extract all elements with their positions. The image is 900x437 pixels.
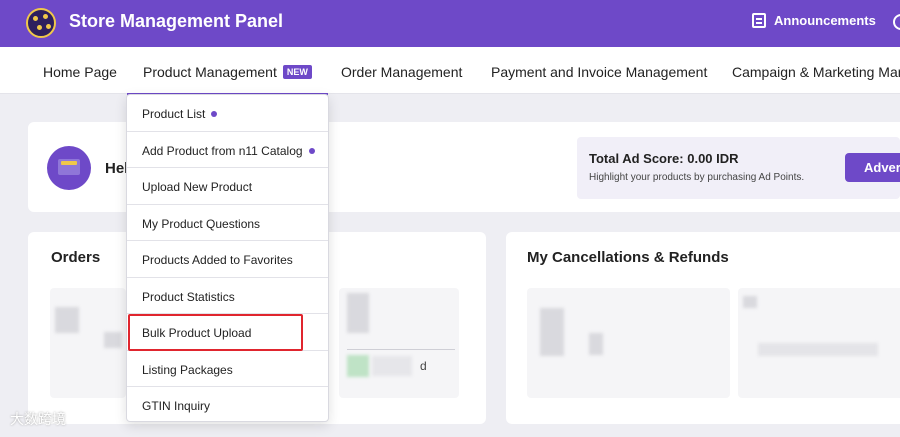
nav-product-management-label: Product Management	[143, 64, 277, 80]
menu-item-label: Product List	[142, 107, 206, 121]
greeting-text: Hel	[105, 160, 129, 177]
blurred-status	[347, 355, 369, 377]
menu-item-product-statistics[interactable]: Product Statistics	[127, 278, 328, 314]
nav-payment-invoice[interactable]: Payment and Invoice Management	[491, 64, 707, 80]
main-nav: Home Page Product Management NEW Order Ma…	[0, 47, 900, 95]
new-dot-icon	[211, 111, 218, 117]
divider	[347, 349, 455, 350]
app-title: Store Management Panel	[69, 11, 284, 31]
blurred-value	[589, 333, 603, 355]
ad-score-title: Total Ad Score: 0.00 IDR	[589, 151, 739, 166]
store-logo-icon[interactable]	[26, 8, 56, 38]
orders-status-fragment: d	[420, 359, 427, 373]
menu-item-listing-packages[interactable]: Listing Packages	[127, 351, 328, 387]
new-badge: NEW	[282, 65, 312, 79]
user-menu-icon[interactable]	[893, 14, 900, 30]
top-bar: Store Management Panel Announcements	[0, 0, 900, 47]
store-avatar	[47, 146, 91, 190]
menu-item-add-from-catalog[interactable]: Add Product from n11 Catalog	[127, 132, 328, 168]
bulk-upload-highlight	[128, 314, 303, 351]
nav-order-management[interactable]: Order Management	[341, 64, 462, 80]
blurred-value	[347, 293, 369, 333]
announcements-label: Announcements	[774, 13, 876, 28]
menu-item-upload-new-product[interactable]: Upload New Product	[127, 168, 328, 205]
advertise-button[interactable]: Advert	[845, 153, 900, 182]
blurred-label	[758, 343, 878, 356]
blurred-value	[743, 296, 757, 308]
nav-product-management[interactable]: Product Management NEW	[127, 64, 328, 95]
blurred-value	[104, 332, 122, 348]
orders-title: Orders	[51, 249, 101, 266]
menu-item-favorites[interactable]: Products Added to Favorites	[127, 241, 328, 278]
nav-campaign-marketing[interactable]: Campaign & Marketing Man	[732, 64, 900, 80]
blurred-value	[55, 307, 79, 333]
announcement-icon	[752, 13, 766, 28]
blurred-label	[372, 356, 412, 376]
new-dot-icon	[308, 147, 315, 154]
menu-item-product-list[interactable]: Product List	[127, 95, 328, 132]
blurred-value	[540, 308, 564, 356]
watermark: 大数跨境	[10, 411, 66, 427]
menu-item-product-questions[interactable]: My Product Questions	[127, 205, 328, 241]
menu-item-label: Add Product from n11 Catalog	[142, 143, 303, 158]
product-management-menu: Product List Add Product from n11 Catalo…	[126, 94, 329, 422]
nav-home[interactable]: Home Page	[43, 64, 117, 80]
announcements-button[interactable]: Announcements	[752, 13, 876, 28]
menu-item-gtin-inquiry[interactable]: GTIN Inquiry	[127, 387, 328, 424]
ad-score-subtitle: Highlight your products by purchasing Ad…	[589, 172, 805, 183]
refunds-title: My Cancellations & Refunds	[527, 249, 729, 266]
